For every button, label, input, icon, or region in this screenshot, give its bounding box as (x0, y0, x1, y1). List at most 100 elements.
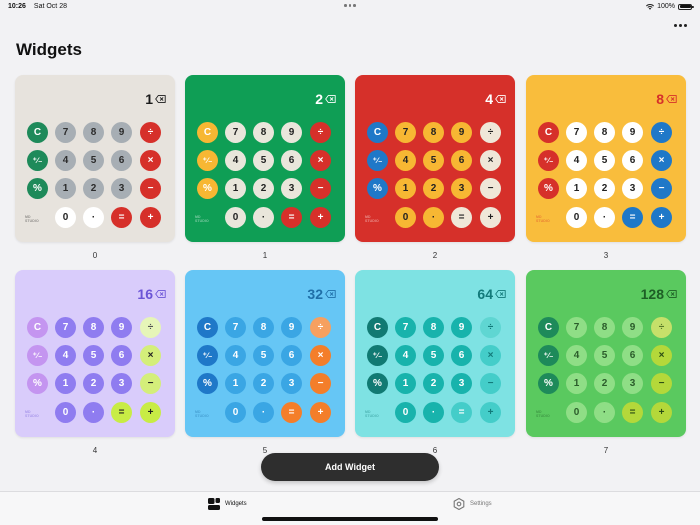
key-percent[interactable]: % (197, 373, 218, 394)
widget-card[interactable]: 4 C 7 8 9 ÷ ⁺∕₋ 4 5 6 ×% 1 2 3−0 · = + MD STUDIO (355, 75, 515, 242)
key-six[interactable]: 6 (281, 150, 302, 171)
key-one[interactable]: 1 (395, 178, 416, 199)
key-three[interactable]: 3 (111, 178, 132, 199)
key-plus[interactable]: + (310, 207, 331, 228)
key-multiply[interactable]: × (140, 150, 161, 171)
widget-card[interactable]: 32 C 7 8 9 ÷ ⁺∕₋ 4 5 6 ×% 1 2 3− 0 · = + MD STUDIO (185, 270, 345, 437)
key-six[interactable]: 6 (451, 345, 472, 366)
key-multiply[interactable]: × (651, 345, 672, 366)
key-percent[interactable]: % (538, 373, 559, 394)
key-multiply[interactable]: × (480, 150, 501, 171)
key-five[interactable]: 5 (423, 345, 444, 366)
key-percent[interactable]: % (27, 373, 48, 394)
key-seven[interactable]: 7 (55, 317, 76, 338)
key-plus[interactable]: + (651, 402, 672, 423)
key-equals[interactable]: = (622, 207, 643, 228)
key-four[interactable]: 4 (395, 345, 416, 366)
key-divide[interactable]: ÷ (310, 317, 331, 338)
key-zero[interactable]: 0 (225, 207, 246, 228)
key-two[interactable]: 2 (83, 373, 104, 394)
widget-card[interactable]: 64 C 7 8 9 ÷ ⁺∕₋ 4 5 6 ×% 1 2 3− 0 · = + MD STUDIO (355, 270, 515, 437)
key-zero[interactable]: 0 (566, 207, 587, 228)
key-eight[interactable]: 8 (253, 122, 274, 143)
backspace-icon[interactable] (666, 95, 677, 103)
key-plus[interactable]: + (480, 402, 501, 423)
key-two[interactable]: 2 (253, 178, 274, 199)
key-nine[interactable]: 9 (281, 122, 302, 143)
key-percent[interactable]: % (367, 178, 388, 199)
key-minus[interactable]: − (140, 178, 161, 199)
key-decimal[interactable]: · (253, 402, 274, 423)
key-one[interactable]: 1 (225, 373, 246, 394)
key-percent[interactable]: % (27, 178, 48, 199)
key-zero[interactable]: 0 (395, 207, 416, 228)
key-four[interactable]: 4 (395, 150, 416, 171)
key-nine[interactable]: 9 (622, 317, 643, 338)
key-clear[interactable]: C (538, 317, 559, 338)
key-eight[interactable]: 8 (253, 317, 274, 338)
key-plus-minus[interactable]: ⁺∕₋ (27, 345, 48, 366)
key-four[interactable]: 4 (566, 150, 587, 171)
widget-card[interactable]: 8 C 7 8 9 ÷ ⁺∕₋ 4 5 6 ×% 1 2 3−0 · = + MD STUDIO (526, 75, 686, 242)
backspace-icon[interactable] (155, 290, 166, 298)
widget-card[interactable]: 128 C 7 8 9 ÷ ⁺∕₋ 4 5 6 ×% 1 2 3− 0 · = + MD STUDIO (526, 270, 686, 437)
key-percent[interactable]: % (197, 178, 218, 199)
key-six[interactable]: 6 (281, 345, 302, 366)
key-eight[interactable]: 8 (423, 317, 444, 338)
key-minus[interactable]: − (480, 178, 501, 199)
key-three[interactable]: 3 (281, 373, 302, 394)
key-eight[interactable]: 8 (594, 317, 615, 338)
key-divide[interactable]: ÷ (480, 317, 501, 338)
key-five[interactable]: 5 (253, 345, 274, 366)
key-one[interactable]: 1 (395, 373, 416, 394)
key-five[interactable]: 5 (594, 345, 615, 366)
key-equals[interactable]: = (281, 207, 302, 228)
key-minus[interactable]: − (140, 373, 161, 394)
key-six[interactable]: 6 (622, 150, 643, 171)
key-plus[interactable]: + (310, 402, 331, 423)
key-one[interactable]: 1 (566, 178, 587, 199)
key-six[interactable]: 6 (451, 150, 472, 171)
key-five[interactable]: 5 (83, 345, 104, 366)
backspace-icon[interactable] (495, 290, 506, 298)
key-equals[interactable]: = (111, 402, 132, 423)
key-five[interactable]: 5 (423, 150, 444, 171)
key-divide[interactable]: ÷ (140, 122, 161, 143)
backspace-icon[interactable] (495, 95, 506, 103)
key-one[interactable]: 1 (55, 178, 76, 199)
key-equals[interactable]: = (451, 402, 472, 423)
key-seven[interactable]: 7 (566, 317, 587, 338)
key-three[interactable]: 3 (451, 178, 472, 199)
widget-card[interactable]: 16 C 7 8 9 ÷ ⁺∕₋ 4 5 6 ×% 1 2 3− 0 · = + MD STUDIO (15, 270, 175, 437)
key-seven[interactable]: 7 (225, 317, 246, 338)
key-three[interactable]: 3 (622, 373, 643, 394)
key-seven[interactable]: 7 (566, 122, 587, 143)
ellipsis-icon[interactable] (672, 21, 688, 29)
key-two[interactable]: 2 (83, 178, 104, 199)
key-multiply[interactable]: × (310, 345, 331, 366)
key-minus[interactable]: − (651, 178, 672, 199)
key-zero[interactable]: 0 (566, 402, 587, 423)
key-five[interactable]: 5 (253, 150, 274, 171)
key-plus[interactable]: + (480, 207, 501, 228)
key-plus-minus[interactable]: ⁺∕₋ (197, 150, 218, 171)
key-clear[interactable]: C (538, 122, 559, 143)
key-one[interactable]: 1 (55, 373, 76, 394)
key-one[interactable]: 1 (566, 373, 587, 394)
key-eight[interactable]: 8 (83, 122, 104, 143)
key-plus-minus[interactable]: ⁺∕₋ (27, 150, 48, 171)
key-plus-minus[interactable]: ⁺∕₋ (367, 150, 388, 171)
key-plus[interactable]: + (140, 207, 161, 228)
backspace-icon[interactable] (666, 290, 677, 298)
key-decimal[interactable]: · (423, 207, 444, 228)
key-zero[interactable]: 0 (55, 402, 76, 423)
key-multiply[interactable]: × (480, 345, 501, 366)
key-decimal[interactable]: · (594, 207, 615, 228)
key-zero[interactable]: 0 (225, 402, 246, 423)
key-multiply[interactable]: × (651, 150, 672, 171)
key-seven[interactable]: 7 (395, 122, 416, 143)
key-two[interactable]: 2 (594, 178, 615, 199)
key-nine[interactable]: 9 (622, 122, 643, 143)
key-nine[interactable]: 9 (451, 122, 472, 143)
key-minus[interactable]: − (310, 178, 331, 199)
